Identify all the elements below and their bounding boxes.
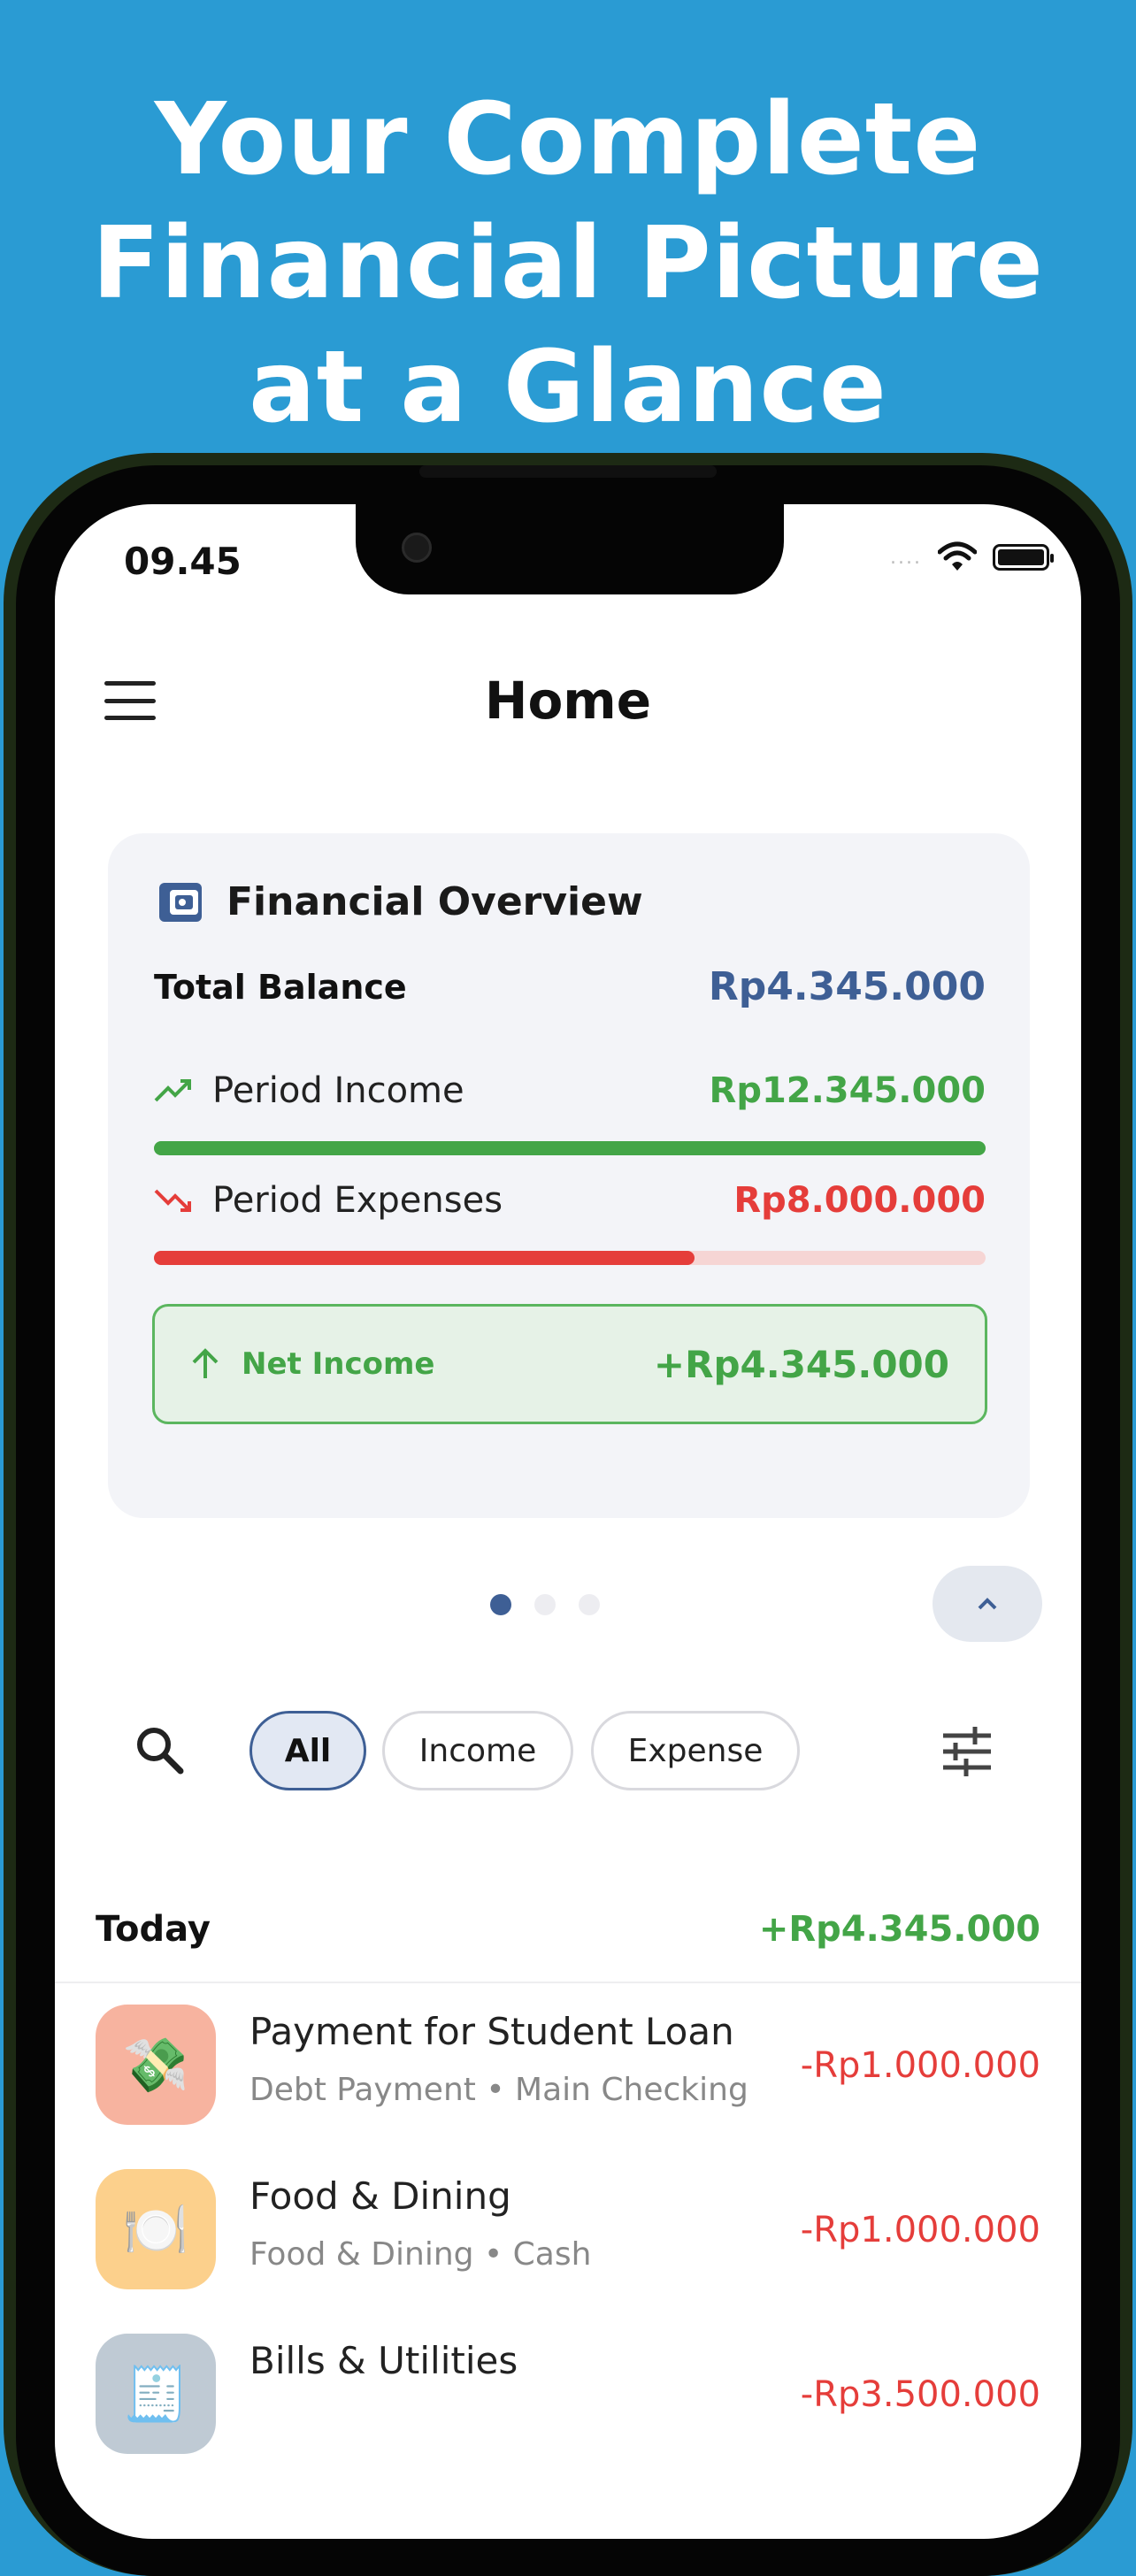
plate-cutlery-icon: 🍽️ xyxy=(96,2169,216,2289)
arrow-up-icon xyxy=(192,1348,219,1378)
transaction-row[interactable]: 🍽️ Food & Dining Food & Dining • Cash -R… xyxy=(96,2160,1040,2293)
period-income-row: Period Income Rp12.345.000 xyxy=(154,1070,986,1111)
wifi-icon xyxy=(938,541,977,571)
signal-icon: .... xyxy=(890,546,922,569)
transaction-name: Bills & Utilities xyxy=(249,2339,518,2382)
transaction-amount: -Rp1.000.000 xyxy=(800,2210,1040,2250)
page-dot-1[interactable] xyxy=(490,1594,511,1615)
filter-chip-expense[interactable]: Expense xyxy=(591,1711,800,1790)
status-icons: .... xyxy=(890,541,1054,573)
period-income-value: Rp12.345.000 xyxy=(709,1070,986,1111)
headline-line-2: Financial Picture xyxy=(91,206,1045,321)
camera-icon xyxy=(402,533,432,563)
overview-title-row: Financial Overview xyxy=(157,879,643,924)
period-income-label-group: Period Income xyxy=(154,1070,464,1111)
total-balance-label: Total Balance xyxy=(154,967,407,1007)
trending-up-icon xyxy=(154,1079,191,1102)
collapse-overview-button[interactable] xyxy=(933,1566,1042,1642)
financial-overview-card: Financial Overview Total Balance Rp4.345… xyxy=(108,833,1030,1518)
total-balance-row: Total Balance Rp4.345.000 xyxy=(154,964,986,1009)
net-income-label-group: Net Income xyxy=(190,1346,434,1382)
filter-chip-income[interactable]: Income xyxy=(382,1711,573,1790)
wallet-icon xyxy=(159,882,202,922)
expenses-progress-fill xyxy=(154,1251,695,1265)
transaction-name: Payment for Student Loan xyxy=(249,2010,734,2053)
page-dot-3[interactable] xyxy=(579,1594,600,1615)
group-date-label: Today xyxy=(96,1909,211,1950)
filter-chip-all-label: All xyxy=(284,1732,332,1769)
app-screen: 09.45 .... Home Financial Overview Total… xyxy=(55,504,1081,2539)
filter-chip-expense-label: Expense xyxy=(627,1732,764,1769)
period-expenses-row: Period Expenses Rp8.000.000 xyxy=(154,1180,986,1221)
filter-chip-income-label: Income xyxy=(418,1732,537,1769)
headline-line-3: at a Glance xyxy=(249,330,887,445)
total-balance-value: Rp4.345.000 xyxy=(708,964,986,1009)
money-bag-icon: 💸 xyxy=(96,2005,216,2125)
group-total: +Rp4.345.000 xyxy=(758,1909,1040,1950)
transaction-amount: -Rp3.500.000 xyxy=(800,2374,1040,2415)
group-divider xyxy=(55,1982,1081,1983)
period-expenses-value: Rp8.000.000 xyxy=(733,1180,986,1221)
earpiece-speaker xyxy=(419,465,717,478)
net-income-box: Net Income +Rp4.345.000 xyxy=(152,1304,987,1424)
net-income-label: Net Income xyxy=(242,1346,435,1382)
transaction-subtitle: Food & Dining • Cash xyxy=(249,2236,592,2273)
overview-title: Financial Overview xyxy=(226,879,643,924)
expenses-progress-bar xyxy=(154,1251,986,1265)
trending-down-icon xyxy=(154,1189,191,1212)
chevron-up-icon xyxy=(978,1598,997,1610)
transaction-name: Food & Dining xyxy=(249,2174,511,2218)
income-progress-fill xyxy=(154,1141,986,1155)
carousel-page-indicator xyxy=(490,1594,600,1615)
filter-settings-icon[interactable] xyxy=(940,1725,994,1778)
status-time: 09.45 xyxy=(124,540,242,583)
period-expenses-label-group: Period Expenses xyxy=(154,1180,503,1221)
battery-icon xyxy=(993,544,1054,571)
page-title: Home xyxy=(484,671,652,731)
search-icon[interactable] xyxy=(133,1723,186,1776)
headline-line-1: Your Complete xyxy=(154,82,982,197)
period-expenses-label: Period Expenses xyxy=(212,1180,503,1221)
page-dot-2[interactable] xyxy=(534,1594,556,1615)
promo-headline: Your Complete Financial Picture at a Gla… xyxy=(0,78,1136,449)
transaction-row[interactable]: 🧾 Bills & Utilities -Rp3.500.000 xyxy=(96,2325,1040,2457)
income-progress-bar xyxy=(154,1141,986,1155)
net-income-value: +Rp4.345.000 xyxy=(653,1342,949,1386)
period-income-label: Period Income xyxy=(212,1070,464,1111)
receipt-icon: 🧾 xyxy=(96,2334,216,2454)
transaction-subtitle: Debt Payment • Main Checking xyxy=(249,2072,748,2108)
transaction-amount: -Rp1.000.000 xyxy=(800,2045,1040,2086)
notch xyxy=(356,504,784,594)
filter-chip-all[interactable]: All xyxy=(249,1711,366,1790)
transaction-group-header: Today +Rp4.345.000 xyxy=(96,1909,1040,1950)
transaction-row[interactable]: 💸 Payment for Student Loan Debt Payment … xyxy=(96,1996,1040,2128)
